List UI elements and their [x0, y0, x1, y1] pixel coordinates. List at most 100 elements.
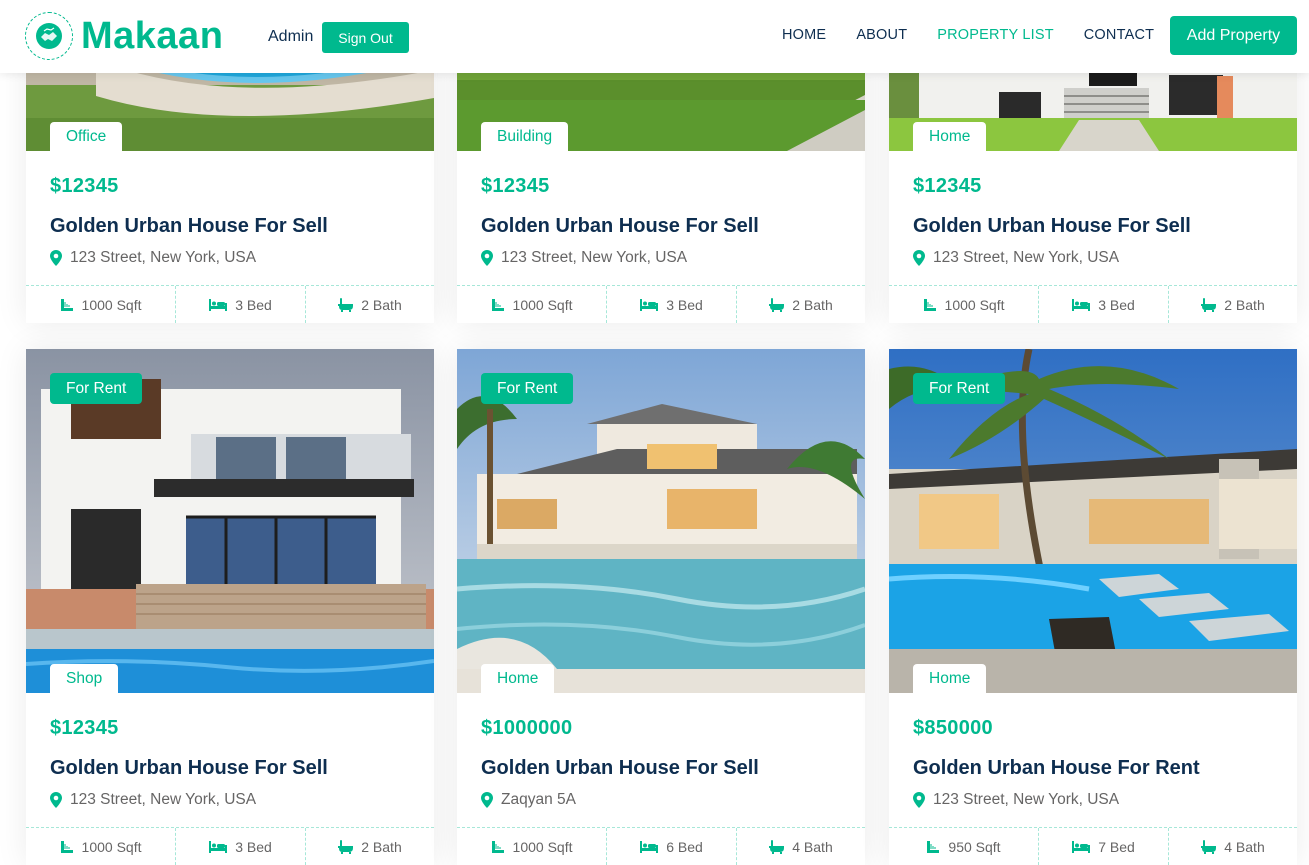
- property-features: 1000 Sqft 3 Bed 2 Bath: [889, 285, 1297, 323]
- feature-baths: 4 Bath: [737, 828, 865, 865]
- property-price: $12345: [50, 717, 119, 739]
- baths-text: 4 Bath: [792, 838, 833, 855]
- bed-icon: [1072, 298, 1091, 311]
- property-address: 123 Street, New York, USA: [913, 789, 1273, 811]
- bath-icon: [338, 297, 354, 312]
- bath-icon: [769, 839, 785, 854]
- map-pin-icon: [481, 792, 493, 808]
- property-type-badge: Home: [481, 664, 555, 693]
- property-card[interactable]: For Rent Home $850000 Golden Urban House…: [889, 349, 1297, 865]
- address-text: 123 Street, New York, USA: [70, 249, 257, 266]
- area-text: 1000 Sqft: [81, 296, 142, 313]
- feature-baths: 2 Bath: [1169, 286, 1297, 323]
- bed-icon: [640, 840, 659, 853]
- nav-links: HOME ABOUT PROPERTY LIST CONTACT: [782, 27, 1184, 43]
- feature-area: 1000 Sqft: [457, 286, 607, 323]
- property-features: 1000 Sqft 3 Bed 2 Bath: [26, 285, 434, 323]
- address-text: Zaqyan 5A: [501, 791, 576, 808]
- property-title[interactable]: Golden Urban House For Sell: [50, 757, 410, 785]
- bed-icon: [640, 298, 659, 311]
- brand-name: Makaan: [81, 14, 224, 57]
- property-price: $12345: [50, 175, 119, 197]
- baths-text: 2 Bath: [1224, 296, 1265, 313]
- navbar: Makaan Admin Sign Out HOME ABOUT PROPERT…: [0, 0, 1309, 73]
- baths-text: 2 Bath: [792, 296, 833, 313]
- property-type-badge: Office: [50, 122, 123, 151]
- sign-out-button[interactable]: Sign Out: [322, 22, 409, 53]
- property-address: 123 Street, New York, USA: [50, 789, 410, 811]
- feature-baths: 4 Bath: [1169, 828, 1297, 865]
- property-type-badge: Shop: [50, 664, 119, 693]
- baths-text: 2 Bath: [361, 296, 402, 313]
- map-pin-icon: [50, 792, 62, 808]
- beds-text: 3 Bed: [1098, 296, 1135, 313]
- baths-text: 2 Bath: [361, 838, 402, 855]
- area-text: 1000 Sqft: [81, 838, 142, 855]
- property-features: 1000 Sqft 3 Bed 2 Bath: [457, 285, 865, 323]
- property-address: 123 Street, New York, USA: [913, 247, 1273, 269]
- ruler-area-icon: [926, 840, 940, 854]
- property-address: 123 Street, New York, USA: [481, 247, 841, 269]
- property-address: Zaqyan 5A: [481, 789, 841, 811]
- address-text: 123 Street, New York, USA: [933, 791, 1120, 808]
- property-card[interactable]: For Rent Home $1000000 Golden Urban Hous…: [457, 349, 865, 865]
- area-text: 1000 Sqft: [512, 838, 573, 855]
- property-price: $1000000: [481, 717, 573, 739]
- feature-area: 1000 Sqft: [889, 286, 1039, 323]
- property-price: $12345: [913, 175, 982, 197]
- baths-text: 4 Bath: [1224, 838, 1265, 855]
- bath-icon: [1201, 839, 1217, 854]
- map-pin-icon: [913, 792, 925, 808]
- feature-area: 1000 Sqft: [26, 286, 176, 323]
- beds-text: 6 Bed: [666, 838, 703, 855]
- property-features: 1000 Sqft 6 Bed 4 Bath: [457, 827, 865, 865]
- area-text: 1000 Sqft: [512, 296, 573, 313]
- feature-baths: 2 Bath: [737, 286, 865, 323]
- address-text: 123 Street, New York, USA: [933, 249, 1120, 266]
- bath-icon: [769, 297, 785, 312]
- property-card[interactable]: For Rent Shop $12345 Golden Urban House …: [26, 349, 434, 865]
- feature-area: 1000 Sqft: [457, 828, 607, 865]
- ruler-area-icon: [60, 298, 74, 312]
- nav-contact[interactable]: CONTACT: [1084, 27, 1154, 43]
- area-text: 1000 Sqft: [944, 296, 1005, 313]
- property-features: 1000 Sqft 3 Bed 2 Bath: [26, 827, 434, 865]
- nav-property-list[interactable]: PROPERTY LIST: [937, 27, 1054, 43]
- map-pin-icon: [481, 250, 493, 266]
- beds-text: 3 Bed: [235, 838, 272, 855]
- property-type-badge: Building: [481, 122, 569, 151]
- bed-icon: [1072, 840, 1091, 853]
- address-text: 123 Street, New York, USA: [70, 791, 257, 808]
- ruler-area-icon: [923, 298, 937, 312]
- property-type-badge: Home: [913, 664, 987, 693]
- property-image[interactable]: For Rent Shop: [26, 349, 434, 693]
- property-image[interactable]: For Rent Home: [889, 349, 1297, 693]
- map-pin-icon: [50, 250, 62, 266]
- bath-icon: [338, 839, 354, 854]
- property-title[interactable]: Golden Urban House For Rent: [913, 757, 1273, 785]
- admin-label: Admin: [268, 28, 314, 45]
- feature-area: 1000 Sqft: [26, 828, 176, 865]
- feature-beds: 7 Bed: [1039, 828, 1169, 865]
- brand[interactable]: Makaan: [25, 12, 223, 60]
- property-type-badge: Home: [913, 122, 987, 151]
- nav-about[interactable]: ABOUT: [856, 27, 907, 43]
- beds-text: 3 Bed: [666, 296, 703, 313]
- property-status-badge: For Rent: [50, 373, 143, 404]
- nav-home[interactable]: HOME: [782, 27, 826, 43]
- property-title[interactable]: Golden Urban House For Sell: [481, 215, 841, 243]
- property-status-badge: For Rent: [913, 373, 1006, 404]
- ruler-area-icon: [491, 840, 505, 854]
- property-title[interactable]: Golden Urban House For Sell: [913, 215, 1273, 243]
- feature-beds: 3 Bed: [176, 286, 306, 323]
- ruler-area-icon: [491, 298, 505, 312]
- feature-baths: 2 Bath: [306, 286, 434, 323]
- feature-area: 950 Sqft: [889, 828, 1039, 865]
- feature-beds: 3 Bed: [607, 286, 737, 323]
- property-image[interactable]: For Rent Home: [457, 349, 865, 693]
- bath-icon: [1201, 297, 1217, 312]
- add-property-button[interactable]: Add Property: [1170, 16, 1297, 55]
- property-title[interactable]: Golden Urban House For Sell: [50, 215, 410, 243]
- beds-text: 7 Bed: [1098, 838, 1135, 855]
- property-title[interactable]: Golden Urban House For Sell: [481, 757, 841, 785]
